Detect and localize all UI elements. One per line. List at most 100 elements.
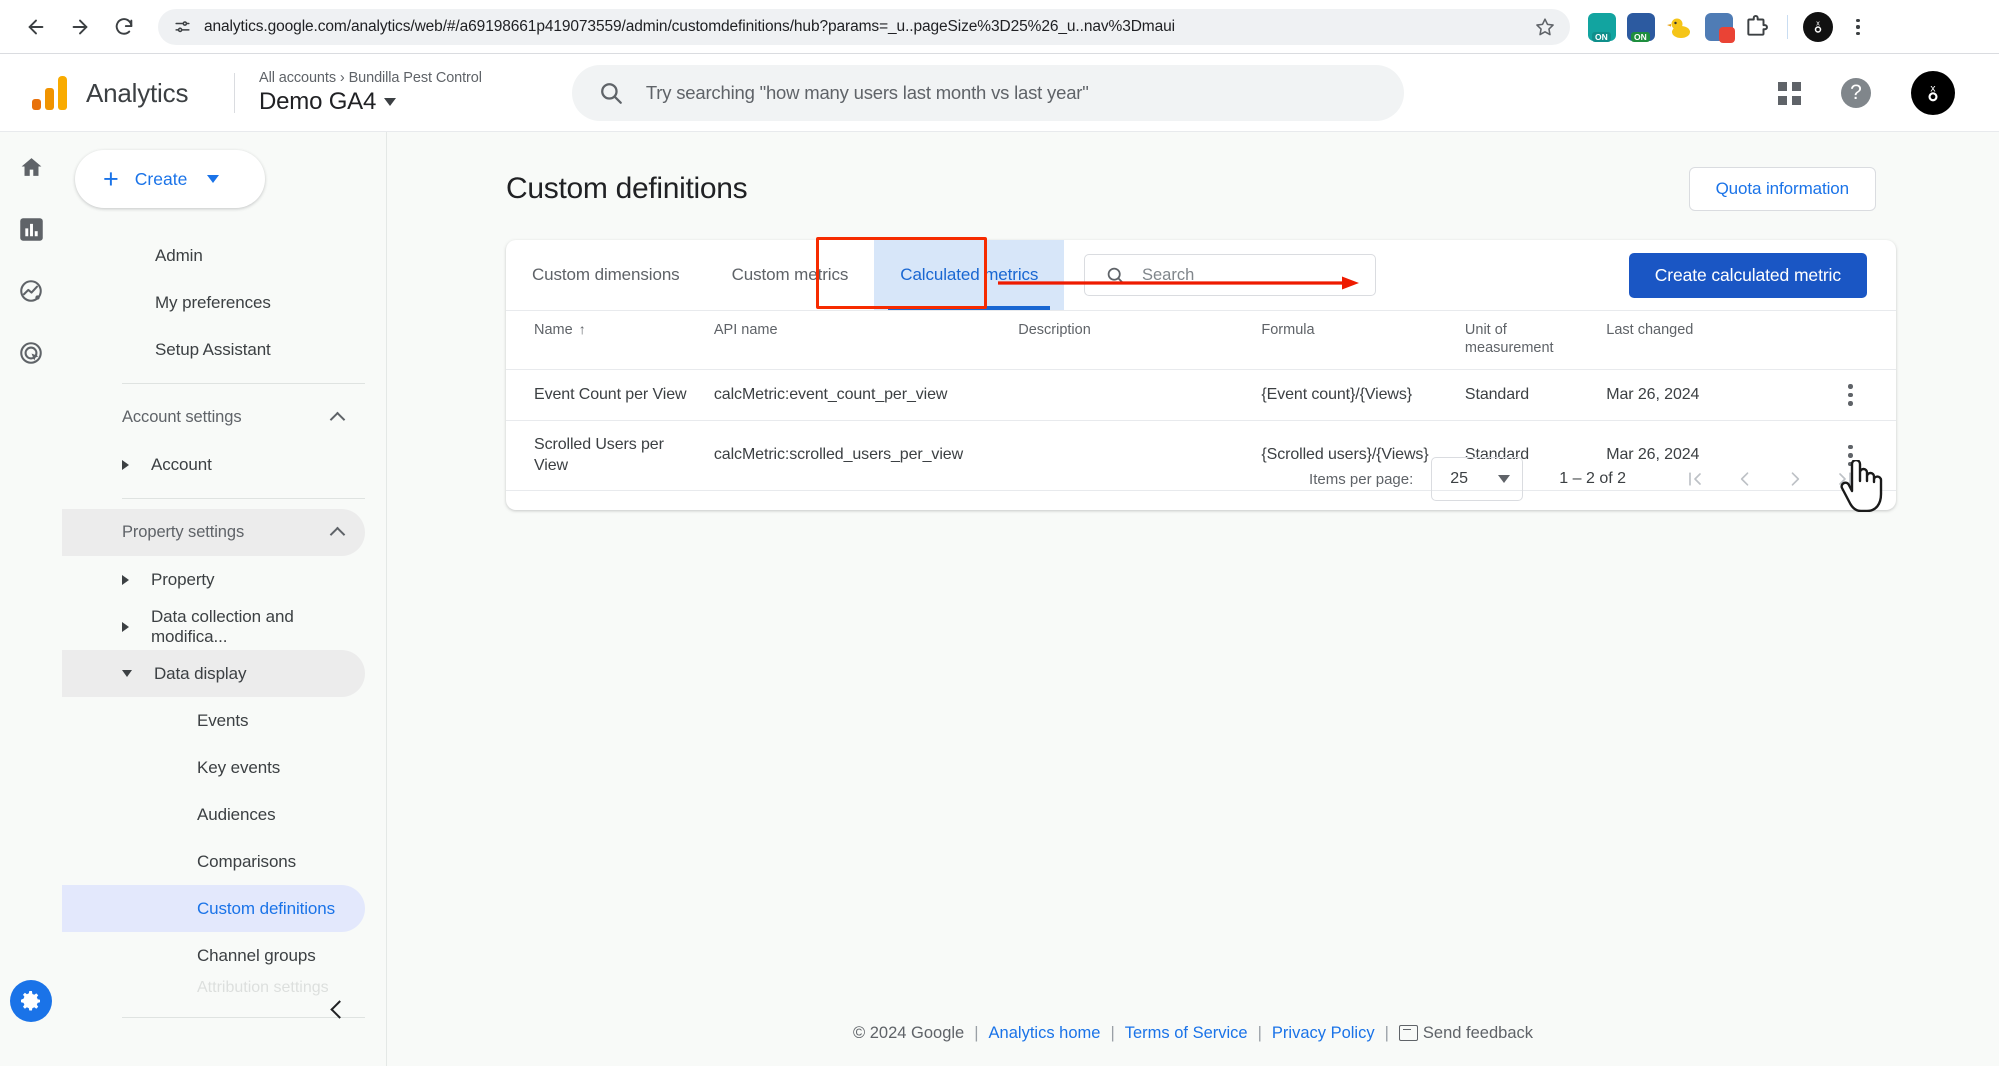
tab-custom-metrics[interactable]: Custom metrics: [706, 240, 875, 310]
footer-link-privacy-policy[interactable]: Privacy Policy: [1272, 1024, 1375, 1043]
sidebar-item-label: Admin: [155, 245, 203, 265]
table-header-row: Name ↑ API name Description Formula Unit …: [506, 311, 1896, 370]
back-arrow-icon[interactable]: [16, 7, 56, 47]
extensions-tray: ON ON x: [1588, 12, 1872, 43]
account-selector[interactable]: All accounts › Bundilla Pest Control Dem…: [259, 70, 482, 116]
extension-teal-on-icon[interactable]: ON: [1588, 13, 1616, 42]
footer-link-terms-of-service[interactable]: Terms of Service: [1125, 1024, 1248, 1043]
sidebar-item-channel-groups[interactable]: Channel groups: [62, 932, 365, 979]
column-header-formula[interactable]: Formula: [1251, 311, 1455, 370]
sidebar-item-my-preferences[interactable]: My preferences: [62, 279, 365, 326]
footer-separator: |: [1257, 1023, 1262, 1042]
sidebar-item-label: Data collection and modifica...: [151, 606, 294, 646]
column-header-last-changed[interactable]: Last changed: [1596, 311, 1805, 370]
sidebar-group-account-settings[interactable]: Account settings: [62, 394, 365, 441]
cell-unit: Standard: [1464, 385, 1530, 403]
sort-ascending-icon: ↑: [578, 321, 586, 337]
sidebar-item-events[interactable]: Events: [62, 697, 365, 744]
star-icon[interactable]: [1534, 16, 1556, 38]
sidebar-item-data-collection[interactable]: Data collection and modifica...: [62, 603, 365, 650]
global-search-input[interactable]: Try searching "how many users last month…: [571, 65, 1404, 121]
chrome-menu-icon[interactable]: [1844, 13, 1872, 41]
profile-avatar-icon[interactable]: x: [1803, 12, 1833, 42]
sidebar-group-label: Property settings: [122, 523, 245, 541]
sidebar-item-property[interactable]: Property: [62, 556, 365, 603]
sidebar-item-setup-assistant[interactable]: Setup Assistant: [62, 326, 365, 373]
analytics-logo-icon: [32, 76, 70, 110]
settings-gear-icon[interactable]: [10, 980, 52, 1022]
row-more-options-icon[interactable]: [1805, 370, 1896, 421]
address-bar[interactable]: analytics.google.com/analytics/web/#/a69…: [158, 9, 1570, 45]
table-row[interactable]: Event Count per View calcMetric:event_co…: [506, 370, 1896, 421]
previous-page-icon[interactable]: [1734, 468, 1756, 490]
explore-compass-icon[interactable]: [14, 274, 48, 308]
extension-red-dot-icon[interactable]: [1705, 13, 1735, 43]
extension-green-on-icon[interactable]: ON: [1627, 13, 1655, 42]
bar-chart-icon[interactable]: [14, 212, 48, 246]
tab-calculated-metrics[interactable]: Calculated metrics: [874, 240, 1065, 310]
advertising-target-icon[interactable]: [14, 336, 48, 370]
sidebar-item-label: Attribution settings: [197, 979, 329, 996]
footer-link-analytics-home[interactable]: Analytics home: [989, 1024, 1101, 1043]
sidebar-item-label: Account: [151, 454, 212, 474]
sidebar-item-audiences[interactable]: Audiences: [62, 791, 365, 838]
home-icon[interactable]: [14, 150, 48, 184]
chevron-down-icon: [1498, 475, 1511, 483]
column-header-name[interactable]: Name ↑: [506, 311, 704, 370]
toolbar-divider: [1787, 15, 1788, 39]
page-footer: © 2024 Google | Analytics home | Terms o…: [387, 1000, 1999, 1066]
extension-duck-icon[interactable]: [1666, 13, 1694, 41]
cell-last-changed: Mar 26, 2024: [1606, 385, 1700, 403]
forward-arrow-icon[interactable]: [60, 7, 100, 47]
column-header-actions: [1805, 311, 1896, 370]
triangle-right-icon: [122, 621, 129, 632]
help-icon[interactable]: ?: [1841, 78, 1871, 108]
paginator: Items per page: 25 1 – 2 of 2: [506, 448, 1896, 510]
column-label: Formula: [1261, 322, 1315, 338]
sidebar-item-data-display[interactable]: Data display: [62, 650, 365, 697]
icon-rail: [0, 132, 62, 1066]
property-name[interactable]: Demo GA4: [259, 88, 482, 116]
sidebar-item-label: My preferences: [155, 292, 271, 312]
extensions-puzzle-icon[interactable]: [1744, 13, 1772, 41]
analytics-brand[interactable]: Analytics: [24, 76, 224, 110]
create-button[interactable]: + Create: [75, 150, 265, 208]
user-avatar-icon[interactable]: x: [1911, 71, 1955, 115]
items-per-page-select[interactable]: 25: [1431, 457, 1524, 501]
tab-label: Custom dimensions: [532, 265, 680, 284]
site-settings-icon[interactable]: [172, 17, 192, 37]
send-feedback-label: Send feedback: [1422, 1023, 1533, 1042]
admin-sidebar: + Create Admin My preferences Setup Assi…: [62, 132, 387, 1066]
reload-icon[interactable]: [104, 7, 144, 47]
next-page-icon[interactable]: [1784, 468, 1806, 490]
sidebar-item-key-events[interactable]: Key events: [62, 744, 365, 791]
pagination-range: 1 – 2 of 2: [1559, 470, 1626, 487]
url-text: analytics.google.com/analytics/web/#/a69…: [204, 18, 1176, 35]
column-header-api-name[interactable]: API name: [704, 311, 1008, 370]
column-label: Description: [1018, 322, 1091, 338]
column-header-description[interactable]: Description: [1008, 311, 1251, 370]
tab-custom-dimensions[interactable]: Custom dimensions: [506, 240, 706, 310]
first-page-icon[interactable]: [1684, 468, 1706, 490]
column-header-unit[interactable]: Unit of measurement: [1455, 311, 1596, 370]
tab-bar: Custom dimensions Custom metrics Calcula…: [506, 237, 1896, 311]
sidebar-item-label: Custom definitions: [197, 898, 336, 918]
sidebar-item-custom-definitions[interactable]: Custom definitions: [62, 885, 365, 932]
sidebar-item-label: Setup Assistant: [155, 339, 271, 359]
quota-information-button[interactable]: Quota information: [1688, 167, 1876, 211]
column-label: API name: [713, 322, 778, 338]
sidebar-collapse-button[interactable]: [322, 994, 352, 1024]
sidebar-item-comparisons[interactable]: Comparisons: [62, 838, 365, 885]
sidebar-group-label: Account settings: [122, 408, 242, 426]
sidebar-item-label: Comparisons: [197, 851, 297, 871]
sidebar-item-admin[interactable]: Admin: [62, 232, 365, 279]
sidebar-group-property-settings[interactable]: Property settings: [62, 509, 365, 556]
send-feedback-button[interactable]: Send feedback: [1398, 1023, 1533, 1043]
main-content: Custom definitions Quota information Cus…: [387, 132, 1999, 1066]
search-icon: [600, 83, 622, 104]
triangle-right-icon: [122, 459, 129, 470]
sidebar-nav-list: Admin My preferences Setup Assistant Acc…: [62, 232, 386, 1028]
create-calculated-metric-button[interactable]: Create calculated metric: [1628, 253, 1867, 298]
sidebar-item-account[interactable]: Account: [62, 441, 365, 488]
apps-grid-icon[interactable]: [1778, 81, 1801, 105]
